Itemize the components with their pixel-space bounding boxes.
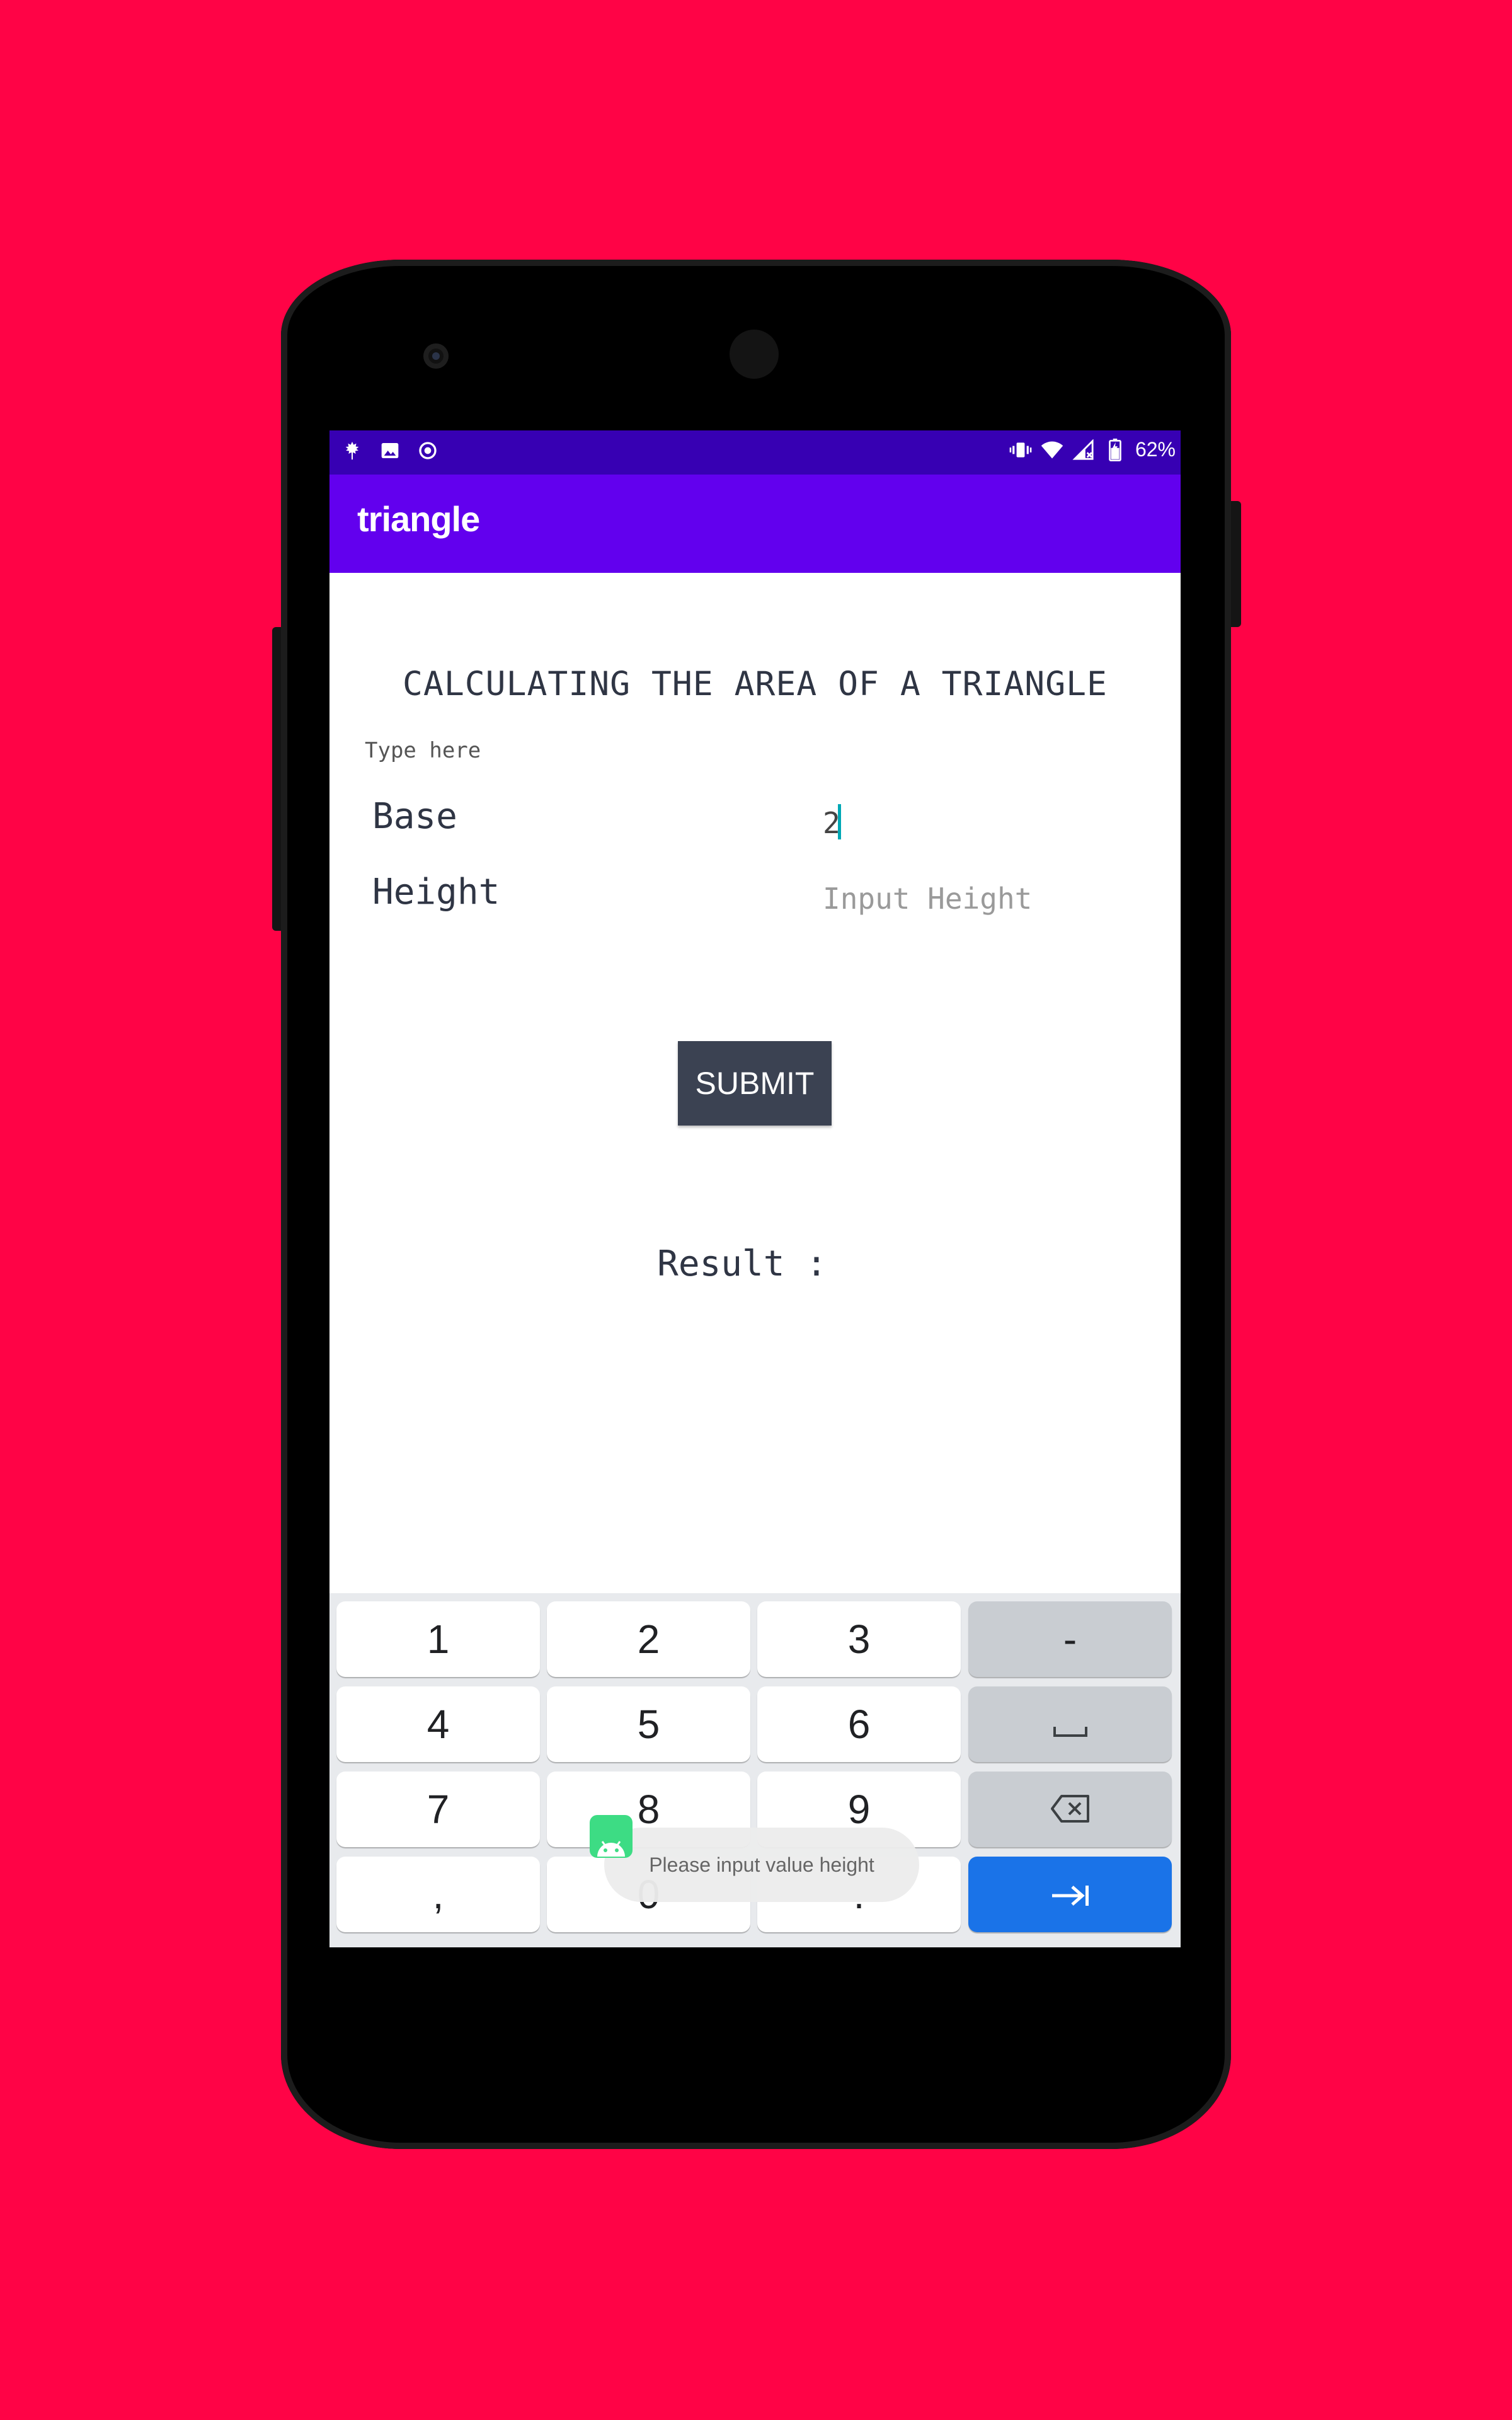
toast-message: Please input value height [604,1828,919,1902]
app-bar: triangle [329,475,1181,573]
key-minus[interactable]: - [968,1601,1172,1677]
battery-percentage: 62% [1135,438,1176,461]
key-space[interactable] [968,1686,1172,1762]
height-input[interactable] [823,873,1150,925]
page-heading: CALCULATING THE AREA OF A TRIANGLE [403,665,1108,703]
key-1[interactable]: 1 [336,1601,540,1677]
image-icon [379,439,401,462]
key-7[interactable]: 7 [336,1772,540,1847]
backspace-icon [1050,1786,1091,1833]
space-icon [1053,1701,1088,1748]
status-bar-left [341,439,439,462]
tab-arrow-icon [1050,1871,1091,1918]
submit-button[interactable]: SUBMIT [678,1041,832,1126]
key-5[interactable]: 5 [547,1686,750,1762]
base-input[interactable] [823,797,1150,849]
leaf-icon [341,439,364,462]
android-app-icon [590,1815,633,1858]
status-bar: 62% [329,430,1181,475]
key-comma[interactable]: , [336,1857,540,1932]
battery-icon [1104,438,1126,461]
target-icon [416,439,439,462]
status-bar-right: 62% [1009,438,1176,461]
key-6[interactable]: 6 [757,1686,961,1762]
height-label: Height [372,872,500,913]
base-label: Base [372,796,457,837]
key-2[interactable]: 2 [547,1601,750,1677]
type-here-hint: Type here [365,738,481,763]
key-backspace[interactable] [968,1772,1172,1847]
app-title: triangle [357,499,480,539]
earpiece-icon [730,330,779,379]
vibrate-icon [1009,439,1032,461]
key-3[interactable]: 3 [757,1601,961,1677]
phone-screen: 62% triangle CALCULATING THE AREA OF A T… [329,430,1181,1947]
text-cursor [838,804,841,839]
result-label: Result : [657,1243,827,1284]
front-camera-icon [423,343,449,369]
phone-side-button-right [1230,501,1241,627]
signal-icon [1072,439,1095,461]
key-next[interactable] [968,1857,1172,1932]
key-4[interactable]: 4 [336,1686,540,1762]
wifi-icon [1041,439,1063,461]
